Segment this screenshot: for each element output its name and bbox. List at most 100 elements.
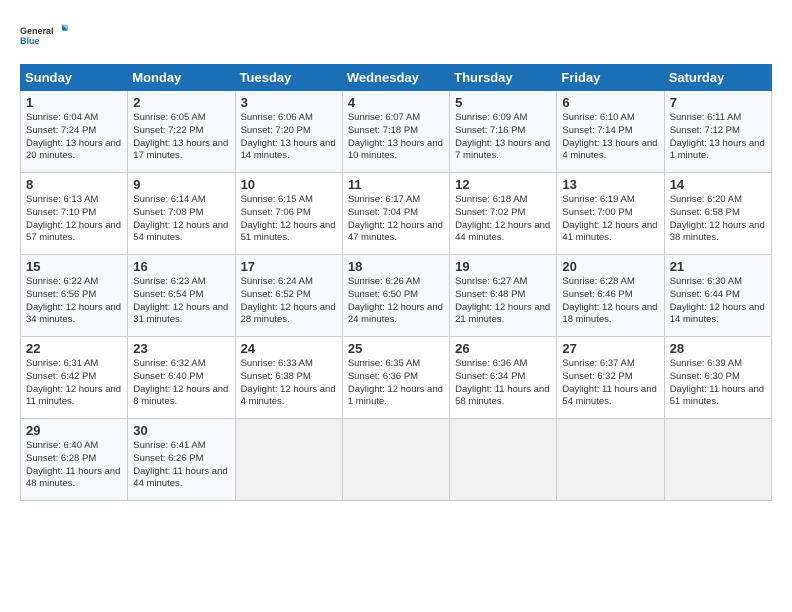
- calendar-cell: 8 Sunrise: 6:13 AMSunset: 7:10 PMDayligh…: [21, 173, 128, 255]
- calendar-cell: 30 Sunrise: 6:41 AMSunset: 6:26 PMDaylig…: [128, 419, 235, 501]
- cell-info: Sunrise: 6:37 AMSunset: 6:32 PMDaylight:…: [562, 358, 658, 409]
- cell-info: Sunrise: 6:23 AMSunset: 6:54 PMDaylight:…: [133, 276, 229, 327]
- day-number: 6: [562, 95, 658, 110]
- calendar-cell: 7 Sunrise: 6:11 AMSunset: 7:12 PMDayligh…: [664, 91, 771, 173]
- day-number: 10: [241, 177, 337, 192]
- day-number: 3: [241, 95, 337, 110]
- cell-info: Sunrise: 6:27 AMSunset: 6:48 PMDaylight:…: [455, 276, 551, 327]
- calendar-cell: 16 Sunrise: 6:23 AMSunset: 6:54 PMDaylig…: [128, 255, 235, 337]
- calendar-cell: 28 Sunrise: 6:39 AMSunset: 6:30 PMDaylig…: [664, 337, 771, 419]
- calendar-cell: 19 Sunrise: 6:27 AMSunset: 6:48 PMDaylig…: [450, 255, 557, 337]
- cell-info: Sunrise: 6:17 AMSunset: 7:04 PMDaylight:…: [348, 194, 444, 245]
- cell-info: Sunrise: 6:13 AMSunset: 7:10 PMDaylight:…: [26, 194, 122, 245]
- cell-info: Sunrise: 6:30 AMSunset: 6:44 PMDaylight:…: [670, 276, 766, 327]
- calendar-cell: [557, 419, 664, 501]
- cell-info: Sunrise: 6:32 AMSunset: 6:40 PMDaylight:…: [133, 358, 229, 409]
- day-number: 14: [670, 177, 766, 192]
- weekday-header: Wednesday: [342, 65, 449, 91]
- calendar-week-row: 29 Sunrise: 6:40 AMSunset: 6:28 PMDaylig…: [21, 419, 772, 501]
- weekday-header: Saturday: [664, 65, 771, 91]
- cell-info: Sunrise: 6:41 AMSunset: 6:26 PMDaylight:…: [133, 440, 229, 491]
- calendar-cell: 6 Sunrise: 6:10 AMSunset: 7:14 PMDayligh…: [557, 91, 664, 173]
- cell-info: Sunrise: 6:26 AMSunset: 6:50 PMDaylight:…: [348, 276, 444, 327]
- calendar-cell: 9 Sunrise: 6:14 AMSunset: 7:08 PMDayligh…: [128, 173, 235, 255]
- cell-info: Sunrise: 6:05 AMSunset: 7:22 PMDaylight:…: [133, 112, 229, 163]
- calendar-cell: 2 Sunrise: 6:05 AMSunset: 7:22 PMDayligh…: [128, 91, 235, 173]
- cell-info: Sunrise: 6:07 AMSunset: 7:18 PMDaylight:…: [348, 112, 444, 163]
- calendar-table: SundayMondayTuesdayWednesdayThursdayFrid…: [20, 64, 772, 501]
- day-number: 1: [26, 95, 122, 110]
- calendar-cell: 27 Sunrise: 6:37 AMSunset: 6:32 PMDaylig…: [557, 337, 664, 419]
- calendar-cell: 12 Sunrise: 6:18 AMSunset: 7:02 PMDaylig…: [450, 173, 557, 255]
- cell-info: Sunrise: 6:39 AMSunset: 6:30 PMDaylight:…: [670, 358, 766, 409]
- logo-svg: General Blue: [20, 16, 68, 56]
- cell-info: Sunrise: 6:35 AMSunset: 6:36 PMDaylight:…: [348, 358, 444, 409]
- day-number: 12: [455, 177, 551, 192]
- calendar-week-row: 15 Sunrise: 6:22 AMSunset: 6:56 PMDaylig…: [21, 255, 772, 337]
- day-number: 11: [348, 177, 444, 192]
- cell-info: Sunrise: 6:14 AMSunset: 7:08 PMDaylight:…: [133, 194, 229, 245]
- day-number: 9: [133, 177, 229, 192]
- calendar-cell: 21 Sunrise: 6:30 AMSunset: 6:44 PMDaylig…: [664, 255, 771, 337]
- calendar-cell: 25 Sunrise: 6:35 AMSunset: 6:36 PMDaylig…: [342, 337, 449, 419]
- calendar-cell: 24 Sunrise: 6:33 AMSunset: 6:38 PMDaylig…: [235, 337, 342, 419]
- calendar-cell: 29 Sunrise: 6:40 AMSunset: 6:28 PMDaylig…: [21, 419, 128, 501]
- day-number: 2: [133, 95, 229, 110]
- calendar-week-row: 1 Sunrise: 6:04 AMSunset: 7:24 PMDayligh…: [21, 91, 772, 173]
- calendar-cell: [342, 419, 449, 501]
- day-number: 17: [241, 259, 337, 274]
- header: General Blue: [20, 16, 772, 56]
- cell-info: Sunrise: 6:40 AMSunset: 6:28 PMDaylight:…: [26, 440, 122, 491]
- logo: General Blue: [20, 16, 68, 56]
- calendar-cell: 3 Sunrise: 6:06 AMSunset: 7:20 PMDayligh…: [235, 91, 342, 173]
- cell-info: Sunrise: 6:06 AMSunset: 7:20 PMDaylight:…: [241, 112, 337, 163]
- header-row: SundayMondayTuesdayWednesdayThursdayFrid…: [21, 65, 772, 91]
- cell-info: Sunrise: 6:18 AMSunset: 7:02 PMDaylight:…: [455, 194, 551, 245]
- calendar-cell: 20 Sunrise: 6:28 AMSunset: 6:46 PMDaylig…: [557, 255, 664, 337]
- day-number: 18: [348, 259, 444, 274]
- cell-info: Sunrise: 6:09 AMSunset: 7:16 PMDaylight:…: [455, 112, 551, 163]
- cell-info: Sunrise: 6:04 AMSunset: 7:24 PMDaylight:…: [26, 112, 122, 163]
- cell-info: Sunrise: 6:28 AMSunset: 6:46 PMDaylight:…: [562, 276, 658, 327]
- day-number: 27: [562, 341, 658, 356]
- svg-text:Blue: Blue: [20, 36, 40, 46]
- page: General Blue SundayMondayTuesdayWednesda…: [0, 0, 792, 612]
- calendar-cell: 17 Sunrise: 6:24 AMSunset: 6:52 PMDaylig…: [235, 255, 342, 337]
- cell-info: Sunrise: 6:19 AMSunset: 7:00 PMDaylight:…: [562, 194, 658, 245]
- cell-info: Sunrise: 6:24 AMSunset: 6:52 PMDaylight:…: [241, 276, 337, 327]
- day-number: 28: [670, 341, 766, 356]
- day-number: 23: [133, 341, 229, 356]
- cell-info: Sunrise: 6:15 AMSunset: 7:06 PMDaylight:…: [241, 194, 337, 245]
- calendar-cell: [664, 419, 771, 501]
- calendar-cell: 14 Sunrise: 6:20 AMSunset: 6:58 PMDaylig…: [664, 173, 771, 255]
- cell-info: Sunrise: 6:10 AMSunset: 7:14 PMDaylight:…: [562, 112, 658, 163]
- calendar-cell: 5 Sunrise: 6:09 AMSunset: 7:16 PMDayligh…: [450, 91, 557, 173]
- calendar-cell: 1 Sunrise: 6:04 AMSunset: 7:24 PMDayligh…: [21, 91, 128, 173]
- cell-info: Sunrise: 6:20 AMSunset: 6:58 PMDaylight:…: [670, 194, 766, 245]
- weekday-header: Tuesday: [235, 65, 342, 91]
- day-number: 30: [133, 423, 229, 438]
- calendar-cell: 15 Sunrise: 6:22 AMSunset: 6:56 PMDaylig…: [21, 255, 128, 337]
- calendar-cell: 11 Sunrise: 6:17 AMSunset: 7:04 PMDaylig…: [342, 173, 449, 255]
- day-number: 19: [455, 259, 551, 274]
- day-number: 25: [348, 341, 444, 356]
- weekday-header: Sunday: [21, 65, 128, 91]
- day-number: 13: [562, 177, 658, 192]
- calendar-week-row: 8 Sunrise: 6:13 AMSunset: 7:10 PMDayligh…: [21, 173, 772, 255]
- day-number: 4: [348, 95, 444, 110]
- day-number: 29: [26, 423, 122, 438]
- cell-info: Sunrise: 6:11 AMSunset: 7:12 PMDaylight:…: [670, 112, 766, 163]
- calendar-cell: 4 Sunrise: 6:07 AMSunset: 7:18 PMDayligh…: [342, 91, 449, 173]
- weekday-header: Monday: [128, 65, 235, 91]
- day-number: 5: [455, 95, 551, 110]
- calendar-cell: 10 Sunrise: 6:15 AMSunset: 7:06 PMDaylig…: [235, 173, 342, 255]
- calendar-cell: 23 Sunrise: 6:32 AMSunset: 6:40 PMDaylig…: [128, 337, 235, 419]
- calendar-cell: 13 Sunrise: 6:19 AMSunset: 7:00 PMDaylig…: [557, 173, 664, 255]
- day-number: 24: [241, 341, 337, 356]
- calendar-cell: 22 Sunrise: 6:31 AMSunset: 6:42 PMDaylig…: [21, 337, 128, 419]
- day-number: 20: [562, 259, 658, 274]
- cell-info: Sunrise: 6:36 AMSunset: 6:34 PMDaylight:…: [455, 358, 551, 409]
- day-number: 22: [26, 341, 122, 356]
- day-number: 21: [670, 259, 766, 274]
- svg-text:General: General: [20, 26, 54, 36]
